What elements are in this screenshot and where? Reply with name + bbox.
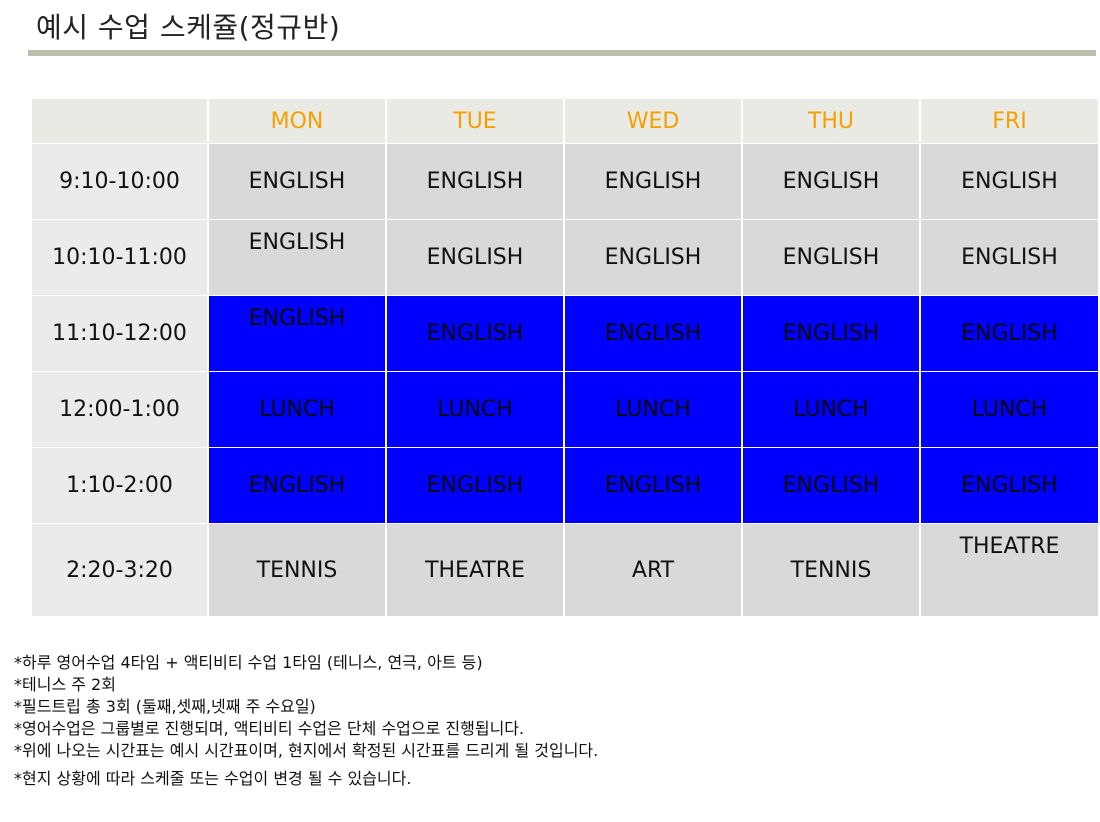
activity-cell-theatre: THEATRE xyxy=(919,523,1100,617)
class-cell: LUNCH xyxy=(207,371,387,448)
class-cell: ENGLISH xyxy=(741,143,921,220)
table-row: 11:10-12:00 ENGLISH ENGLISH ENGLISH ENGL… xyxy=(30,295,1100,372)
class-cell: ENGLISH xyxy=(919,143,1100,220)
class-cell: ENGLISH xyxy=(207,219,387,296)
table-row: 1:10-2:00 ENGLISH ENGLISH ENGLISH ENGLIS… xyxy=(30,447,1100,524)
note-line: *테니스 주 2회 xyxy=(14,675,116,694)
title-divider xyxy=(28,50,1096,56)
note-line: *영어수업은 그룹별로 진행되며, 액티비티 수업은 단체 수업으로 진행됩니다… xyxy=(14,719,525,738)
class-cell: ENGLISH xyxy=(919,219,1100,296)
class-cell: ENGLISH xyxy=(385,219,565,296)
class-cell: ENGLISH xyxy=(385,143,565,220)
class-cell: ENGLISH xyxy=(563,143,743,220)
activity-cell-tennis: TENNIS xyxy=(741,523,921,617)
time-slot: 1:10-2:00 xyxy=(30,447,209,524)
note-line: *현지 상황에 따라 스케줄 또는 수업이 변경 될 수 있습니다. xyxy=(14,769,412,788)
note-line: *필드트립 총 3회 (둘째,셋째,넷째 주 수요일) xyxy=(14,697,316,716)
class-cell: ENGLISH xyxy=(741,295,921,372)
day-header-tue: TUE xyxy=(385,98,565,144)
class-cell: ENGLISH xyxy=(563,447,743,524)
class-cell: ENGLISH xyxy=(207,447,387,524)
header-corner xyxy=(30,98,209,144)
class-label: ENGLISH xyxy=(248,306,346,331)
class-cell: ENGLISH xyxy=(741,447,921,524)
activity-cell-theatre: THEATRE xyxy=(385,523,565,617)
day-header-wed: WED xyxy=(563,98,743,144)
class-label: THEATRE xyxy=(959,534,1060,559)
page-title: 예시 수업 스케쥴(정규반) xyxy=(36,11,341,44)
class-cell: ENGLISH xyxy=(563,295,743,372)
day-header-mon: MON xyxy=(207,98,387,144)
class-cell: ENGLISH xyxy=(207,143,387,220)
class-cell: LUNCH xyxy=(385,371,565,448)
table-row: 10:10-11:00 ENGLISH ENGLISH ENGLISH ENGL… xyxy=(30,219,1100,296)
class-cell: ENGLISH xyxy=(919,295,1100,372)
class-cell: ENGLISH xyxy=(919,447,1100,524)
schedule-table: MON TUE WED THU FRI 9:10-10:00 ENGLISH E… xyxy=(30,98,1100,617)
class-cell: ENGLISH xyxy=(563,219,743,296)
activity-cell-tennis: TENNIS xyxy=(207,523,387,617)
time-slot: 2:20-3:20 xyxy=(30,523,209,617)
time-slot: 11:10-12:00 xyxy=(30,295,209,372)
time-slot: 9:10-10:00 xyxy=(30,143,209,220)
class-cell: LUNCH xyxy=(563,371,743,448)
time-slot: 10:10-11:00 xyxy=(30,219,209,296)
class-cell: ENGLISH xyxy=(741,219,921,296)
class-label: ENGLISH xyxy=(248,230,346,255)
note-line: *위에 나오는 시간표는 예시 시간표이며, 현지에서 확정된 시간표를 드리게… xyxy=(14,741,599,760)
activity-cell-art: ART xyxy=(563,523,743,617)
class-cell: ENGLISH xyxy=(385,295,565,372)
header-row: MON TUE WED THU FRI xyxy=(30,98,1100,144)
note-line: *하루 영어수업 4타임 + 액티비티 수업 1타임 (테니스, 연극, 아트 … xyxy=(14,653,483,672)
class-cell: LUNCH xyxy=(741,371,921,448)
time-slot: 12:00-1:00 xyxy=(30,371,209,448)
table-row: 12:00-1:00 LUNCH LUNCH LUNCH LUNCH LUNCH xyxy=(30,371,1100,448)
table-row: 9:10-10:00 ENGLISH ENGLISH ENGLISH ENGLI… xyxy=(30,143,1100,220)
table-row: 2:20-3:20 TENNIS THEATRE ART TENNIS THEA… xyxy=(30,523,1100,617)
class-cell: LUNCH xyxy=(919,371,1100,448)
day-header-thu: THU xyxy=(741,98,921,144)
notes: *하루 영어수업 4타임 + 액티비티 수업 1타임 (테니스, 연극, 아트 … xyxy=(14,652,598,790)
class-cell: ENGLISH xyxy=(207,295,387,372)
class-cell: ENGLISH xyxy=(385,447,565,524)
day-header-fri: FRI xyxy=(919,98,1100,144)
